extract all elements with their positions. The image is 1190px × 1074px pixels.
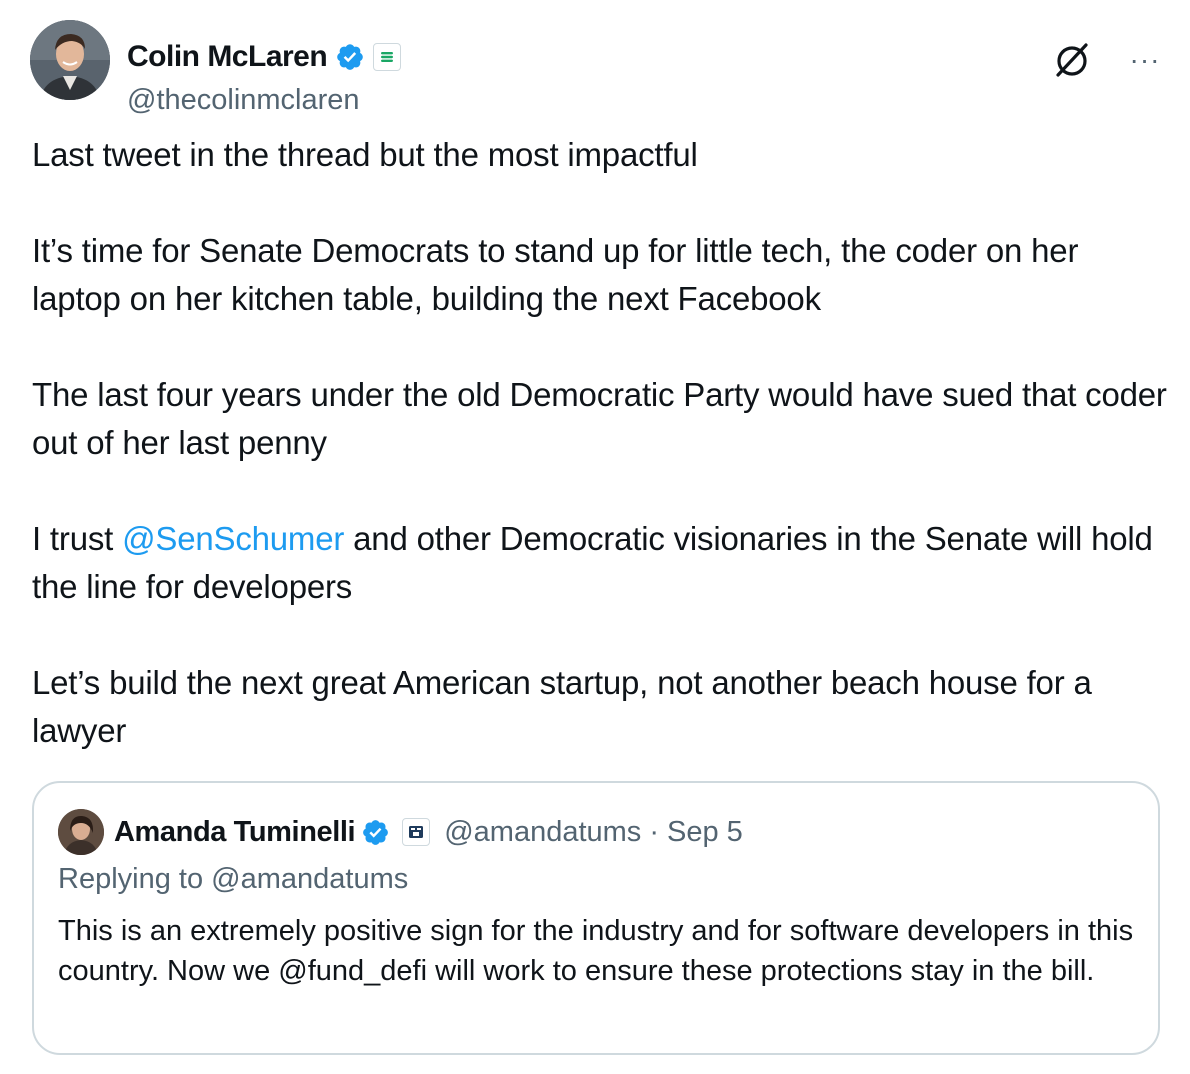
tweet-paragraph: Let’s build the next great American star… — [32, 664, 1092, 749]
affiliate-badge-icon[interactable] — [373, 43, 402, 71]
verified-badge-icon — [337, 44, 364, 70]
tweet-paragraph-with-mention: I trust @SenSchumer and other Democratic… — [32, 515, 1172, 611]
more-options-icon[interactable]: ··· — [1128, 42, 1162, 78]
tweet-text: Last tweet in the thread but the most im… — [32, 131, 1172, 755]
replying-to-text: Replying to @amandatums — [58, 863, 409, 895]
grok-icon[interactable] — [1052, 40, 1092, 80]
author-handle[interactable]: @thecolinmclaren — [127, 84, 360, 117]
mention-prefix-text: I trust — [32, 520, 123, 557]
author-display-name[interactable]: Colin McLaren — [127, 40, 328, 74]
tweet-card: Colin McLaren @thecolinmclaren ··· Last … — [0, 0, 1190, 1074]
tweet-header: Colin McLaren @thecolinmclaren ··· — [30, 20, 1170, 116]
quoted-tweet-date[interactable]: Sep 5 — [667, 816, 743, 849]
quoted-tweet[interactable]: Amanda Tuminelli @amandatums · Sep 5 Rep… — [32, 781, 1160, 1055]
separator-dot: · — [649, 815, 659, 848]
author-avatar[interactable] — [30, 20, 110, 100]
quoted-author-handle[interactable]: @amandatums — [444, 816, 641, 849]
verified-badge-icon — [363, 819, 389, 845]
tweet-paragraph: The last four years under the old Democr… — [32, 376, 1167, 461]
quoted-tweet-text: This is an extremely positive sign for t… — [58, 915, 1134, 987]
tweet-paragraph: Last tweet in the thread but the most im… — [32, 136, 698, 173]
tweet-paragraph: It’s time for Senate Democrats to stand … — [32, 232, 1079, 317]
author-name-row: Colin McLaren — [127, 38, 402, 76]
mention-link[interactable]: @SenSchumer — [122, 520, 344, 557]
quoted-tweet-header: Amanda Tuminelli @amandatums · Sep 5 — [58, 809, 743, 855]
quoted-author-avatar[interactable] — [58, 809, 104, 855]
affiliate-badge-icon[interactable] — [402, 818, 431, 846]
quoted-author-display-name[interactable]: Amanda Tuminelli — [114, 816, 356, 849]
